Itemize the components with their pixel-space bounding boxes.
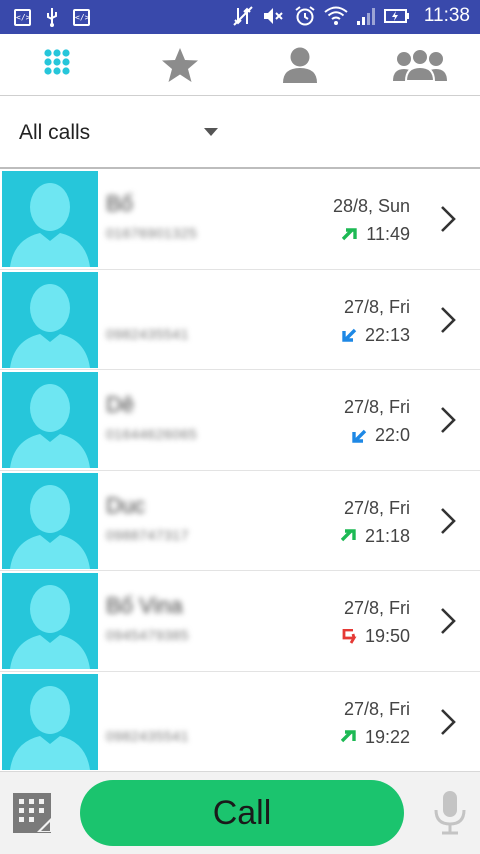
outgoing-call-icon <box>342 227 357 240</box>
avatar[interactable] <box>2 372 98 468</box>
contact-silhouette-icon <box>10 384 90 468</box>
call-time: 19:50 <box>364 626 410 646</box>
mute-icon <box>263 8 283 24</box>
avatar[interactable] <box>2 271 98 368</box>
tab-dialpad[interactable] <box>0 34 120 95</box>
data-off-icon <box>233 6 253 26</box>
chevron-right-icon[interactable] <box>440 205 456 233</box>
contact-number: 0988747317 <box>106 526 189 543</box>
contact-silhouette-icon <box>10 484 90 569</box>
call-time-group: 19:22 <box>340 726 410 748</box>
contact-number: 0982435541 <box>106 325 189 342</box>
chevron-right-icon[interactable] <box>440 708 456 736</box>
call-date: 28/8, Sun <box>332 196 410 216</box>
contact-silhouette-icon <box>10 183 90 267</box>
person-icon <box>283 47 317 83</box>
avatar[interactable] <box>2 171 98 267</box>
contact-number: 0945479385 <box>106 627 189 643</box>
call-time-group: 19:50 <box>341 626 410 647</box>
call-log-row[interactable]: Bố Vina 0945479385 27/8, Fri 19:50 <box>0 571 480 672</box>
call-log-row[interactable]: Bố 01676901325 28/8, Sun 11:49 <box>0 169 480 270</box>
incoming-call-icon <box>342 328 357 342</box>
tab-bar <box>0 34 480 96</box>
call-time-group: 11:49 <box>342 224 410 245</box>
call-filter[interactable]: All calls <box>0 97 480 167</box>
call-time: 11:49 <box>366 224 410 244</box>
call-date: 27/8, Fri <box>343 598 410 618</box>
code-box-icon: </> <box>73 8 90 26</box>
contact-name: Bố Vina <box>106 593 183 618</box>
contact-number: 01644626065 <box>106 426 198 442</box>
status-bar-left: </> </> <box>14 7 90 27</box>
contact-number: 0982435541 <box>106 727 189 744</box>
contact-silhouette-icon <box>10 685 90 770</box>
call-filter-label: All calls <box>19 121 91 144</box>
outgoing-call-icon <box>340 529 356 542</box>
avatar[interactable] <box>2 573 98 669</box>
contact-name: Duc <box>106 492 146 518</box>
call-date: 27/8, Fri <box>343 497 410 518</box>
star-icon <box>162 47 198 82</box>
group-icon <box>393 47 447 82</box>
signal-icon <box>356 8 375 25</box>
microphone-icon[interactable] <box>433 790 467 836</box>
call-time: 21:18 <box>364 525 410 546</box>
contact-name: Bố <box>106 191 133 216</box>
call-date: 27/8, Fri <box>343 698 410 719</box>
missed-call-icon <box>342 628 357 644</box>
call-log-row[interactable]: Dê 01644626065 27/8, Fri 22:0 <box>0 370 480 471</box>
usb-icon <box>47 8 57 27</box>
call-log-row[interactable]: 0982435541 27/8, Fri 19:22 <box>0 671 480 771</box>
bottom-bar: Call <box>0 771 480 854</box>
tab-contacts[interactable] <box>240 34 360 95</box>
chevron-right-icon[interactable] <box>440 406 456 434</box>
call-time: 19:22 <box>364 726 410 747</box>
call-log-row[interactable]: 0982435541 27/8, Fri 22:13 <box>0 269 480 370</box>
avatar[interactable] <box>2 673 98 770</box>
chevron-right-icon[interactable] <box>440 306 456 334</box>
call-date: 27/8, Fri <box>343 296 410 317</box>
contact-number: 01676901325 <box>106 225 198 241</box>
tab-favorites[interactable] <box>120 34 240 95</box>
contact-name: Dê <box>106 392 135 417</box>
dialpad-icon <box>44 48 70 75</box>
status-bar-right: 11:38 <box>232 5 470 27</box>
call-time: 22:0 <box>374 425 410 445</box>
status-bar: </> </> 11:38 <box>0 0 480 34</box>
alarm-icon <box>295 6 315 26</box>
call-log-row[interactable]: Duc 0988747317 27/8, Fri 21:18 <box>0 470 480 571</box>
chevron-down-icon[interactable] <box>204 128 218 136</box>
call-time-group: 22:13 <box>341 325 410 346</box>
wifi-icon <box>324 6 348 25</box>
dialpad-toggle-icon[interactable] <box>12 792 52 834</box>
contact-silhouette-icon <box>10 585 90 669</box>
contact-silhouette-icon <box>10 283 90 368</box>
call-button[interactable]: Call <box>80 780 404 846</box>
tab-groups[interactable] <box>360 34 480 95</box>
chevron-right-icon[interactable] <box>440 507 456 535</box>
call-log-list: Bố 01676901325 28/8, Sun 11:49 098243554… <box>0 169 480 771</box>
code-box-icon: </> <box>14 8 31 26</box>
avatar[interactable] <box>2 472 98 569</box>
status-time: 11:38 <box>423 5 470 26</box>
call-time-group: 21:18 <box>340 525 410 547</box>
chevron-right-icon[interactable] <box>440 607 456 635</box>
outgoing-call-icon <box>340 730 356 743</box>
call-time-group: 22:0 <box>351 425 410 446</box>
battery-icon <box>383 9 409 23</box>
incoming-call-icon <box>352 429 367 443</box>
call-time: 22:13 <box>364 324 410 345</box>
call-date: 27/8, Fri <box>343 397 410 417</box>
